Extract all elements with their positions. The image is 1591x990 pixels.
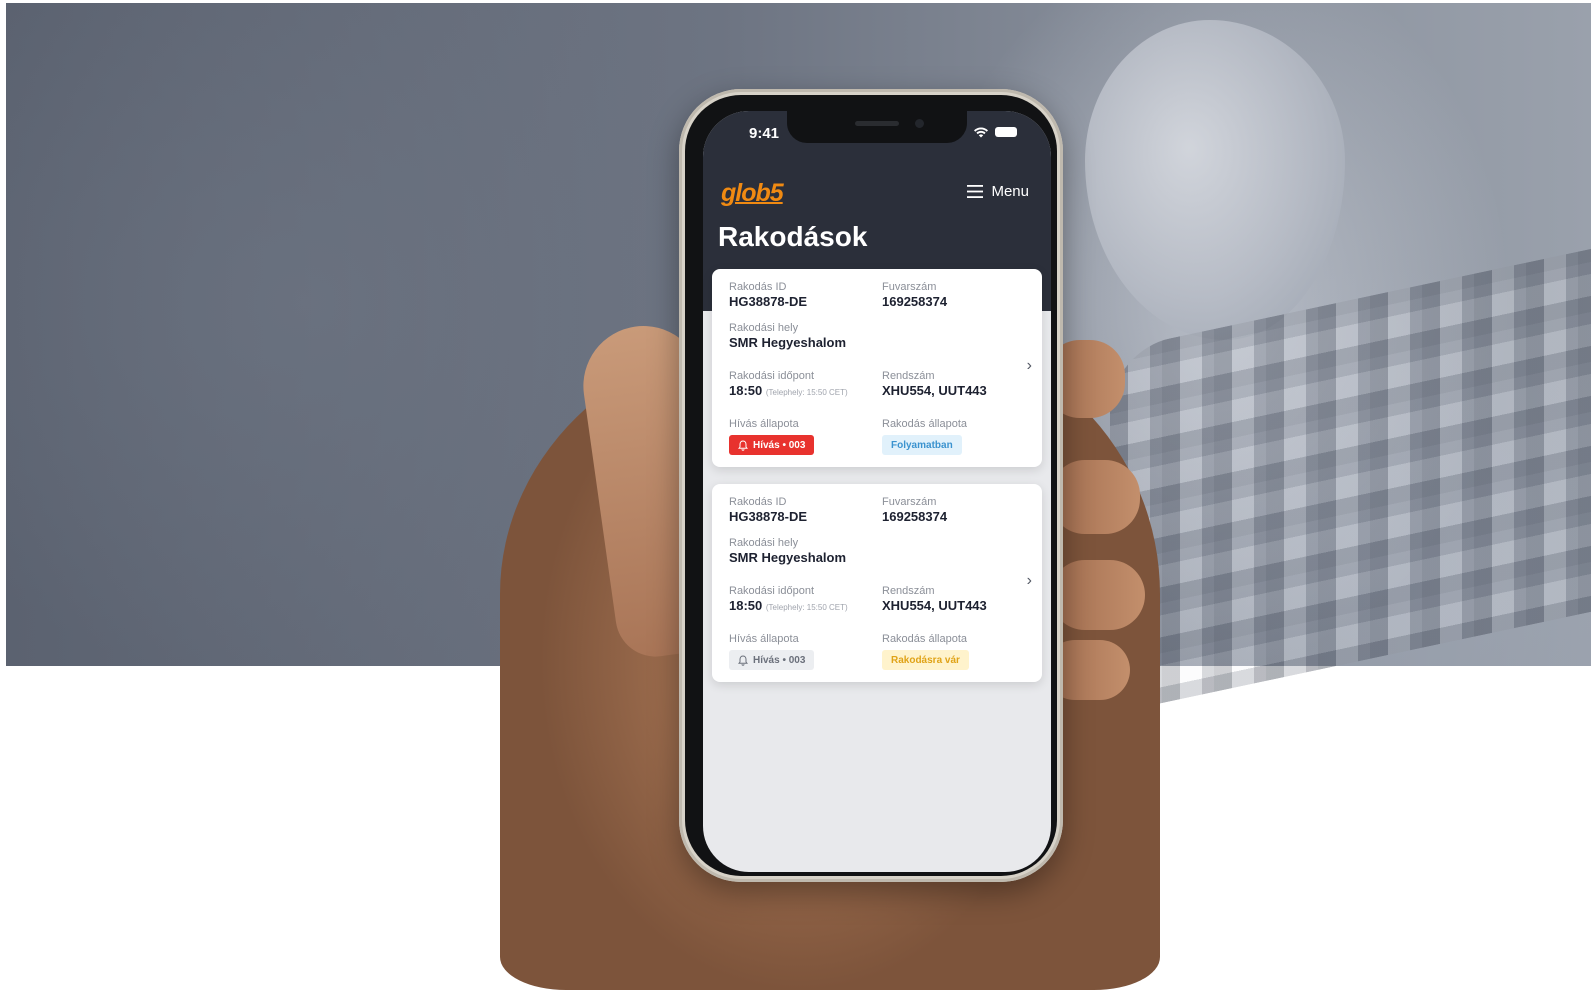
loading-id-label: Rakodás ID <box>729 281 787 293</box>
loading-time-value: 18:50 (Telephely: 15:50 CET) <box>729 598 848 616</box>
phone-screen: 9:41 glob5 Menu Rakodások Rakodás ID HG3… <box>703 111 1051 872</box>
call-status-badge: Hívás • 003 <box>729 435 815 455</box>
loading-id-field: Rakodás ID HG38878-DE <box>729 496 807 525</box>
call-status-label: Hívás állapota <box>729 418 799 430</box>
loading-time: 18:50 <box>729 383 763 398</box>
plate-number-value: XHU554, UUT443 <box>882 598 987 613</box>
menu-label: Menu <box>991 183 1029 200</box>
call-status-label: Hívás állapota <box>729 633 799 645</box>
loading-card[interactable]: Rakodás ID HG38878-DE Fuvarszám 16925837… <box>712 484 1042 682</box>
phone-bezel: 9:41 glob5 Menu Rakodások Rakodás ID HG3… <box>685 95 1057 876</box>
loading-time-label: Rakodási időpont <box>729 585 815 597</box>
loading-status-badge: Folyamatban <box>882 435 962 455</box>
loading-status-label: Rakodás állapota <box>882 633 968 645</box>
speaker <box>855 121 899 126</box>
wifi-icon <box>974 127 988 138</box>
site-time-note: (Telephely: 15:50 CET) <box>765 388 848 397</box>
bell-icon <box>738 439 748 451</box>
loading-place-label: Rakodási hely <box>729 322 799 334</box>
call-status-field: Hívás állapota <box>729 633 799 646</box>
loading-place-field: Rakodási hely SMR Hegyeshalom <box>729 537 846 566</box>
loading-status-field: Rakodás állapota <box>882 418 967 431</box>
phone-frame: 9:41 glob5 Menu Rakodások Rakodás ID HG3… <box>679 89 1063 882</box>
loading-card[interactable]: Rakodás ID HG38878-DE Fuvarszám 16925837… <box>712 269 1042 467</box>
status-time: 9:41 <box>749 125 780 142</box>
plate-number-label: Rendszám <box>882 585 935 597</box>
menu-button[interactable]: Menu <box>967 183 1029 200</box>
finger-photo <box>1050 560 1145 630</box>
chevron-right-icon[interactable]: › <box>1027 572 1032 590</box>
call-status-text: Hívás • 003 <box>753 654 806 666</box>
loading-status-field: Rakodás állapota <box>882 633 967 646</box>
hamburger-menu-icon <box>967 185 984 198</box>
loading-time-field: Rakodási időpont 18:50 (Telephely: 15:50… <box>729 585 848 616</box>
front-camera <box>915 119 924 128</box>
loading-id-field: Rakodás ID HG38878-DE <box>729 281 807 310</box>
shipment-number-field: Fuvarszám 169258374 <box>882 281 947 310</box>
loading-id-value: HG38878-DE <box>729 294 808 309</box>
loading-id-label: Rakodás ID <box>729 496 787 508</box>
loading-place-value: SMR Hegyeshalom <box>729 550 847 565</box>
loading-place-label: Rakodási hely <box>729 537 799 549</box>
loading-status-badge: Rakodásra vár <box>882 650 969 670</box>
loading-place-field: Rakodási hely SMR Hegyeshalom <box>729 322 846 351</box>
notch <box>787 111 967 143</box>
call-status-text: Hívás • 003 <box>753 439 806 451</box>
plate-number-value: XHU554, UUT443 <box>882 383 987 398</box>
loading-status-label: Rakodás állapota <box>882 418 968 430</box>
finger-photo <box>1050 460 1140 534</box>
loading-time-field: Rakodási időpont 18:50 (Telephely: 15:50… <box>729 370 848 401</box>
call-status-badge: Hívás • 003 <box>729 650 815 670</box>
plate-number-label: Rendszám <box>882 370 935 382</box>
loading-time: 18:50 <box>729 598 763 613</box>
shipment-number-label: Fuvarszám <box>882 281 937 293</box>
loading-time-value: 18:50 (Telephely: 15:50 CET) <box>729 383 848 401</box>
status-icons <box>973 126 1017 138</box>
loading-place-value: SMR Hegyeshalom <box>729 335 847 350</box>
plate-number-field: Rendszám XHU554, UUT443 <box>882 585 987 614</box>
bell-icon <box>738 654 748 666</box>
call-status-field: Hívás állapota <box>729 418 799 431</box>
chevron-right-icon[interactable]: › <box>1027 357 1032 375</box>
battery-icon <box>995 127 1017 137</box>
plate-number-field: Rendszám XHU554, UUT443 <box>882 370 987 399</box>
loading-id-value: HG38878-DE <box>729 509 808 524</box>
page-title: Rakodások <box>718 221 868 252</box>
shipment-number-field: Fuvarszám 169258374 <box>882 496 947 525</box>
shipment-number-label: Fuvarszám <box>882 496 937 508</box>
loading-time-label: Rakodási időpont <box>729 370 815 382</box>
shipment-number-value: 169258374 <box>882 294 948 309</box>
shipment-number-value: 169258374 <box>882 509 948 524</box>
app-logo[interactable]: glob5 <box>721 179 784 208</box>
site-time-note: (Telephely: 15:50 CET) <box>765 603 848 612</box>
